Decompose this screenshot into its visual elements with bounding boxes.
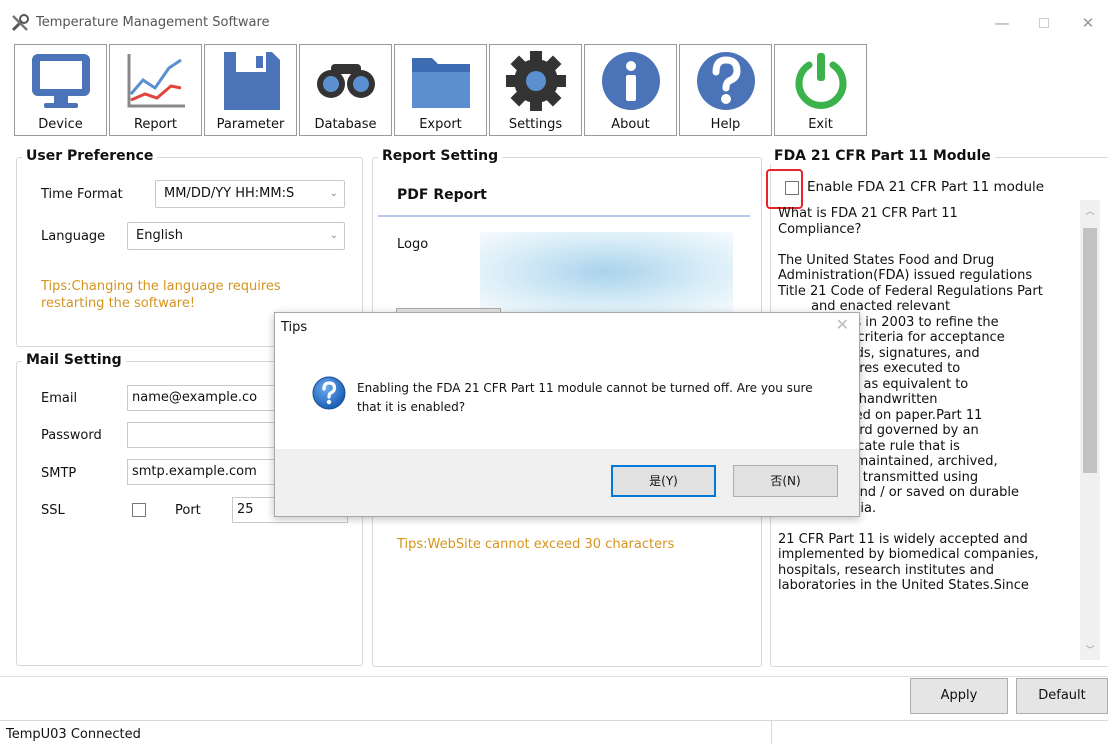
- tips-dialog: Tips ✕ Enabling the FDA 21 CFR Part 11 m…: [274, 312, 860, 517]
- language-select[interactable]: English ⌄: [127, 222, 345, 250]
- logo-image[interactable]: [480, 232, 733, 312]
- about-label: About: [611, 117, 650, 132]
- language-value: English: [136, 228, 183, 243]
- report-label: Report: [133, 117, 178, 132]
- maximize-icon: [1039, 18, 1049, 28]
- info-icon: [601, 52, 660, 110]
- title-bar: Temperature Management Software — ✕: [0, 0, 1108, 44]
- fda-scrollbar[interactable]: ︿ ﹀: [1080, 200, 1100, 660]
- report-button[interactable]: Report: [109, 44, 202, 136]
- gear-icon: [505, 51, 566, 111]
- password-label: Password: [41, 428, 102, 443]
- close-icon: ✕: [1081, 14, 1095, 32]
- line-chart-icon: [127, 54, 185, 108]
- port-label: Port: [175, 503, 201, 518]
- exit-button[interactable]: Exit: [774, 44, 867, 136]
- floppy-disk-icon: [223, 52, 280, 110]
- maximize-button[interactable]: [1029, 10, 1059, 36]
- toolbar: Device Report Parameter Database Export …: [14, 44, 867, 136]
- question-icon: [696, 52, 755, 110]
- question-icon: [312, 376, 346, 410]
- parameter-label: Parameter: [216, 117, 285, 132]
- website-tips: Tips:WebSite cannot exceed 30 characters: [397, 537, 675, 552]
- power-icon: [795, 53, 846, 109]
- settings-button[interactable]: Settings: [489, 44, 582, 136]
- tab-underline: [378, 215, 750, 217]
- export-label: Export: [419, 117, 462, 132]
- chevron-down-icon: ⌄: [329, 188, 338, 199]
- status-divider: [771, 721, 772, 744]
- parameter-button[interactable]: Parameter: [204, 44, 297, 136]
- tab-pdf-report[interactable]: PDF Report: [397, 187, 487, 203]
- minimize-button[interactable]: —: [987, 10, 1017, 36]
- database-button[interactable]: Database: [299, 44, 392, 136]
- time-format-select[interactable]: MM/DD/YY HH:MM:S ⌄: [155, 180, 345, 208]
- language-label: Language: [41, 229, 106, 244]
- scroll-down-icon[interactable]: ﹀: [1080, 643, 1100, 656]
- chevron-down-icon: ⌄: [329, 230, 338, 241]
- dialog-footer: 是(Y) 否(N): [275, 449, 859, 516]
- database-label: Database: [314, 117, 377, 132]
- close-icon[interactable]: ✕: [836, 315, 849, 334]
- smtp-label: SMTP: [41, 466, 77, 481]
- device-button[interactable]: Device: [14, 44, 107, 136]
- help-label: Help: [710, 117, 741, 132]
- dialog-message: Enabling the FDA 21 CFR Part 11 module c…: [357, 381, 813, 414]
- logo-label: Logo: [397, 237, 429, 252]
- fda-enable-label[interactable]: Enable FDA 21 CFR Part 11 module: [807, 179, 1044, 195]
- dialog-title: Tips: [281, 320, 308, 335]
- status-bar: TempU03 Connected: [0, 720, 1108, 744]
- tools-icon: [11, 14, 29, 32]
- about-button[interactable]: About: [584, 44, 677, 136]
- folder-icon: [411, 58, 470, 108]
- ssl-checkbox[interactable]: [132, 503, 146, 517]
- default-button[interactable]: Default: [1016, 678, 1108, 714]
- exit-label: Exit: [808, 117, 833, 132]
- minimize-icon: —: [994, 14, 1010, 32]
- user-preference-title: User Preference: [22, 148, 158, 164]
- scroll-thumb[interactable]: [1083, 228, 1097, 473]
- binoculars-icon: [316, 64, 375, 98]
- monitor-icon: [31, 54, 90, 108]
- export-button[interactable]: Export: [394, 44, 487, 136]
- close-button[interactable]: ✕: [1073, 10, 1103, 36]
- report-setting-title: Report Setting: [378, 148, 503, 164]
- settings-label: Settings: [508, 117, 563, 132]
- mail-setting-title: Mail Setting: [22, 352, 126, 368]
- help-button[interactable]: Help: [679, 44, 772, 136]
- ssl-label: SSL: [41, 503, 65, 518]
- fda-module-title: FDA 21 CFR Part 11 Module: [770, 148, 995, 164]
- apply-button[interactable]: Apply: [910, 678, 1008, 714]
- no-button[interactable]: 否(N): [733, 465, 838, 497]
- time-format-value: MM/DD/YY HH:MM:S: [164, 186, 295, 201]
- highlight-box: [766, 169, 803, 209]
- window-title: Temperature Management Software: [36, 15, 270, 30]
- divider: [0, 676, 1108, 677]
- scroll-up-icon[interactable]: ︿: [1080, 204, 1100, 217]
- device-label: Device: [38, 117, 83, 132]
- language-tips: Tips:Changing the language requires rest…: [41, 279, 281, 311]
- email-label: Email: [41, 391, 78, 406]
- time-format-label: Time Format: [41, 187, 123, 202]
- yes-button[interactable]: 是(Y): [611, 465, 716, 497]
- status-text: TempU03 Connected: [6, 727, 141, 742]
